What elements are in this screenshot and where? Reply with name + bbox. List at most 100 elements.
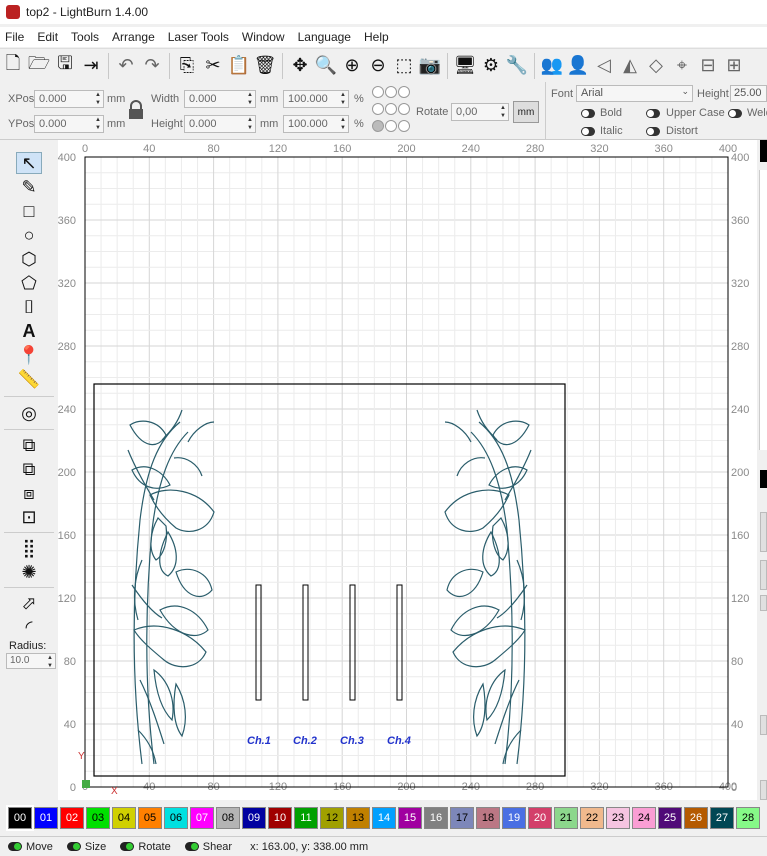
distribute-icon[interactable]: ⊞ [722, 54, 746, 78]
target-icon[interactable]: ⌖ [670, 54, 694, 78]
move-icon[interactable]: ✥ [288, 54, 312, 78]
rotate-toggle[interactable]: Rotate [120, 841, 171, 853]
pencil-icon[interactable]: ✎ [16, 176, 42, 198]
color-swatch-23[interactable]: 23 [606, 807, 630, 829]
height-input[interactable]: 0.000 ▲ ▼ [184, 115, 256, 133]
flip-vertical-icon[interactable]: ◭ [618, 54, 642, 78]
color-swatch-10[interactable]: 10 [268, 807, 292, 829]
right-floral-ornament[interactable] [444, 409, 532, 765]
color-swatch-07[interactable]: 07 [190, 807, 214, 829]
delete-icon[interactable]: 🗑 [253, 54, 277, 78]
color-swatch-27[interactable]: 27 [710, 807, 734, 829]
boolean-union-icon[interactable]: ⧉ [16, 434, 42, 456]
new-file-icon[interactable]: 🗋 [1, 53, 25, 78]
color-swatch-26[interactable]: 26 [684, 807, 708, 829]
text-icon[interactable]: A [16, 320, 42, 342]
color-swatch-06[interactable]: 06 [164, 807, 188, 829]
color-swatch-28[interactable]: 28 [736, 807, 760, 829]
color-swatch-00[interactable]: 00 [6, 805, 34, 831]
ypos-input[interactable]: 0.000 ▲ ▼ [34, 115, 104, 133]
slot-ch4[interactable] [396, 584, 403, 701]
tools-wrench-icon[interactable]: 🔧 [505, 54, 529, 78]
settings-gear-icon[interactable]: ⚙ [479, 54, 503, 78]
color-swatch-08[interactable]: 08 [216, 807, 240, 829]
design-canvas[interactable]: 0 0 40 40 80 80 120 120 160 160 200 200 240 240 280 280… [58, 140, 757, 800]
circular-array-icon[interactable]: ✺ [16, 561, 42, 583]
radius-input[interactable]: 10.0 ▲ ▼ [6, 653, 56, 669]
slot-ch1[interactable] [255, 584, 262, 701]
color-swatch-20[interactable]: 20 [528, 807, 552, 829]
camera-icon[interactable]: 📷 [418, 54, 442, 78]
corner-radius-icon[interactable]: ◜ [16, 616, 42, 638]
cut-icon[interactable]: ✂ [201, 54, 225, 78]
boolean-subtract-icon[interactable]: ⧉ [16, 458, 42, 480]
scale-width-input[interactable]: 100.000 ▲ ▼ [283, 90, 349, 108]
workspace-svg[interactable]: 0 0 40 40 80 80 120 120 160 160 200 200 240 240 280 280… [58, 140, 757, 800]
channel-label-2[interactable]: Ch.2 [293, 735, 317, 747]
grid-array-icon[interactable]: ⣿ [16, 537, 42, 559]
color-swatch-15[interactable]: 15 [398, 807, 422, 829]
export-icon[interactable]: ⇥ [79, 54, 103, 78]
save-icon[interactable]: 🖫 [53, 53, 77, 78]
upper-case-toggle[interactable] [646, 109, 660, 118]
zoom-in-icon[interactable]: ⊕ [340, 54, 364, 78]
position-laser-icon[interactable]: ⌷ [16, 296, 42, 318]
material-frame[interactable] [93, 383, 566, 777]
color-swatch-16[interactable]: 16 [424, 807, 448, 829]
ruler-icon[interactable]: 📏 [16, 368, 42, 390]
menu-tools[interactable]: Tools [66, 30, 107, 44]
units-toggle-button[interactable]: mm [513, 101, 539, 123]
zoom-fit-icon[interactable]: 🔍 [314, 54, 338, 78]
color-swatch-25[interactable]: 25 [658, 807, 682, 829]
copy-icon[interactable]: ⎘ [175, 54, 199, 78]
ungroup-icon[interactable]: 👤 [566, 54, 590, 78]
zoom-out-icon[interactable]: ⊖ [366, 54, 390, 78]
font-select[interactable]: Arial ⌄ [576, 85, 693, 102]
align-icon[interactable]: ⊟ [696, 54, 720, 78]
shear-toggle[interactable]: Shear [184, 841, 232, 853]
open-folder-icon[interactable]: 🗁 [27, 53, 51, 78]
color-swatch-04[interactable]: 04 [112, 807, 136, 829]
menu-edit[interactable]: Edit [32, 30, 66, 44]
channel-label-1[interactable]: Ch.1 [247, 735, 271, 747]
group-icon[interactable]: 👥 [540, 54, 564, 78]
color-swatch-18[interactable]: 18 [476, 807, 500, 829]
menu-file[interactable]: File [0, 30, 32, 44]
color-swatch-21[interactable]: 21 [554, 807, 578, 829]
menu-language[interactable]: Language [293, 30, 359, 44]
rectangle-icon[interactable]: □ [16, 200, 42, 222]
color-swatch-19[interactable]: 19 [502, 807, 526, 829]
offset-shapes-icon[interactable]: ◎ [16, 402, 42, 424]
width-input[interactable]: 0.000 ▲ ▼ [184, 90, 256, 108]
marker-pin-icon[interactable]: 📍 [16, 344, 42, 366]
menu-window[interactable]: Window [237, 30, 293, 44]
color-swatch-03[interactable]: 03 [86, 807, 110, 829]
left-floral-ornament[interactable] [127, 409, 215, 765]
distort-toggle[interactable] [646, 127, 660, 136]
move-toggle[interactable]: Move [8, 841, 53, 853]
menu-laser-tools[interactable]: Laser Tools [163, 30, 237, 44]
xpos-input[interactable]: 0.000 ▲ ▼ [34, 90, 104, 108]
flip-horizontal-icon[interactable]: ◁ [592, 54, 616, 78]
color-swatch-24[interactable]: 24 [632, 807, 656, 829]
monitor-icon[interactable]: 🖥 [453, 54, 477, 78]
slot-ch3[interactable] [349, 584, 356, 701]
ellipse-icon[interactable]: ○ [16, 224, 42, 246]
polygon-icon[interactable]: ⬡ [16, 248, 42, 270]
zoom-selection-icon[interactable]: ⬚ [392, 54, 416, 78]
color-swatch-09[interactable]: 09 [242, 807, 266, 829]
italic-toggle[interactable] [581, 127, 595, 136]
color-swatch-12[interactable]: 12 [320, 807, 344, 829]
color-swatch-13[interactable]: 13 [346, 807, 370, 829]
menu-help[interactable]: Help [359, 30, 397, 44]
font-height-input[interactable]: 25.00 [730, 85, 767, 102]
rotate-input[interactable]: 0,00 ▲ ▼ [451, 103, 509, 121]
color-swatch-14[interactable]: 14 [372, 807, 396, 829]
channel-label-4[interactable]: Ch.4 [387, 735, 411, 747]
boolean-intersect-icon[interactable]: ⧈ [16, 482, 42, 504]
color-swatch-01[interactable]: 01 [34, 807, 58, 829]
select-arrow-icon[interactable]: ↖ [16, 152, 42, 174]
color-swatch-02[interactable]: 02 [60, 807, 84, 829]
weld-toggle[interactable] [728, 109, 742, 118]
bold-toggle[interactable] [581, 109, 595, 118]
